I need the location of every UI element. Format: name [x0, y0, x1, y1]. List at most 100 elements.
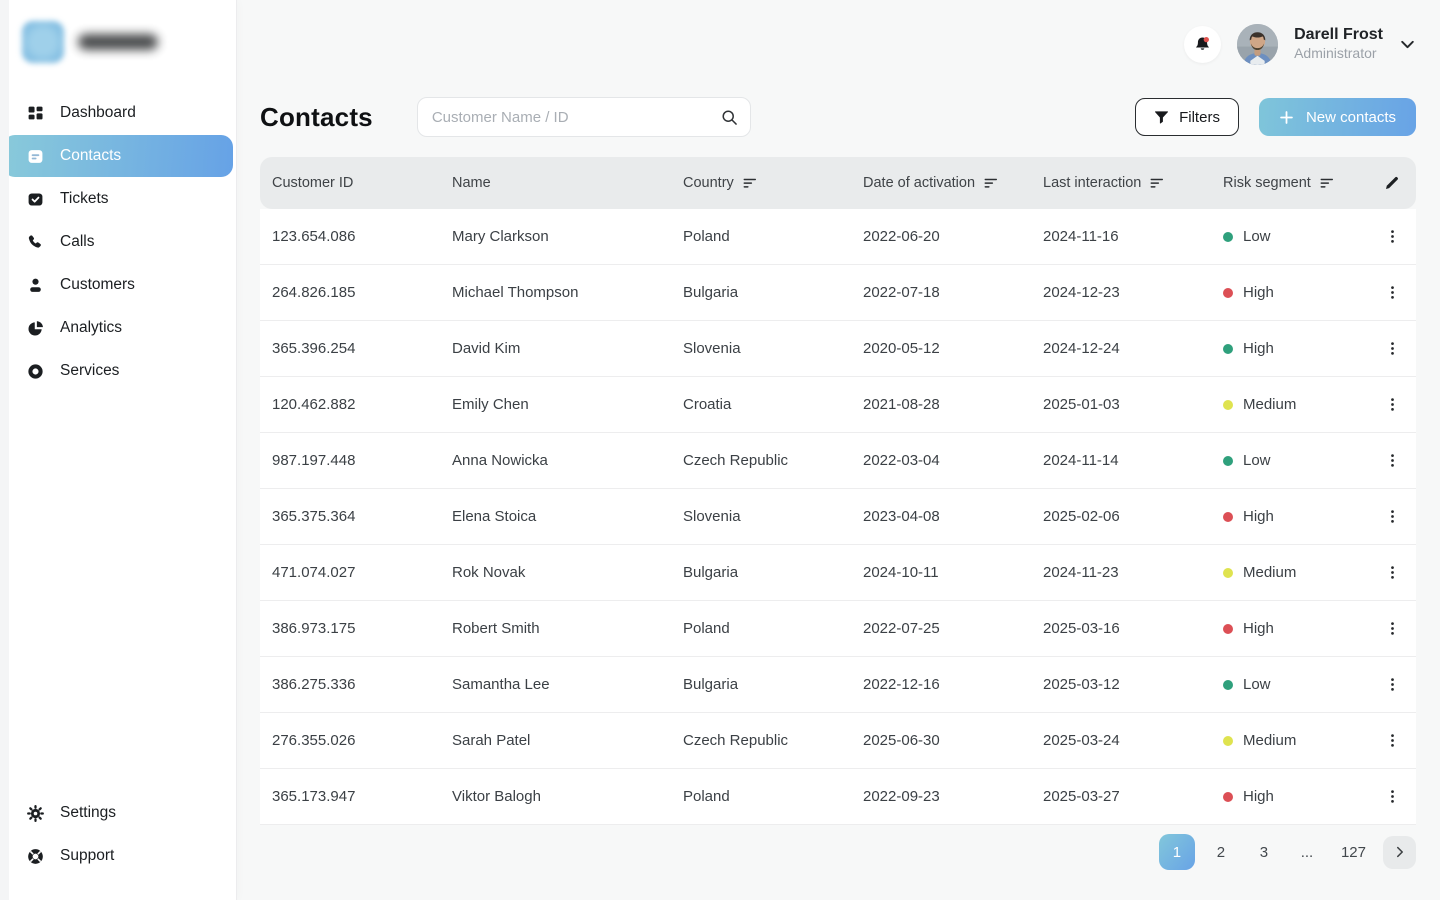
- sidebar-item-label: Analytics: [60, 319, 122, 337]
- table-row[interactable]: 276.355.026 Sarah Patel Czech Republic 2…: [260, 713, 1416, 769]
- app-logo-icon: [22, 21, 64, 63]
- risk-dot: [1223, 736, 1233, 746]
- risk-dot: [1223, 288, 1233, 298]
- row-menu-button[interactable]: [1378, 503, 1406, 531]
- row-menu-button[interactable]: [1378, 391, 1406, 419]
- sidebar-item[interactable]: Calls: [3, 221, 233, 263]
- column-header-label: Risk segment: [1223, 175, 1311, 191]
- sidebar-item-label: Dashboard: [60, 104, 136, 122]
- row-menu-button[interactable]: [1378, 279, 1406, 307]
- table-row[interactable]: 365.173.947 Viktor Balogh Poland 2022-09…: [260, 769, 1416, 825]
- table-row[interactable]: 471.074.027 Rok Novak Bulgaria 2024-10-1…: [260, 545, 1416, 601]
- page-button[interactable]: 3: [1247, 834, 1281, 870]
- risk-label: Medium: [1243, 564, 1296, 581]
- sidebar-item[interactable]: Services: [3, 350, 233, 392]
- page-button[interactable]: ...: [1290, 834, 1324, 870]
- cell-country: Czech Republic: [671, 732, 851, 749]
- sidebar-nav: Dashboard Contacts Tickets Calls Custome…: [0, 92, 236, 393]
- sort-icon[interactable]: [1150, 176, 1164, 190]
- page-button[interactable]: 127: [1333, 834, 1374, 870]
- table-row[interactable]: 123.654.086 Mary Clarkson Poland 2022-06…: [260, 209, 1416, 265]
- lifebuoy-icon: [27, 848, 44, 865]
- notification-badge: [1204, 36, 1209, 41]
- next-page-button[interactable]: [1383, 836, 1416, 869]
- table-row[interactable]: 120.462.882 Emily Chen Croatia 2021-08-2…: [260, 377, 1416, 433]
- risk-dot: [1223, 456, 1233, 466]
- page-button-label: 3: [1260, 844, 1268, 861]
- cell-last-interaction: 2024-12-24: [1031, 340, 1211, 357]
- row-menu-button[interactable]: [1378, 615, 1406, 643]
- sidebar-item[interactable]: Analytics: [3, 307, 233, 349]
- column-header[interactable]: Country: [671, 175, 851, 191]
- table-row[interactable]: 386.275.336 Samantha Lee Bulgaria 2022-1…: [260, 657, 1416, 713]
- page-button[interactable]: 2: [1204, 834, 1238, 870]
- cell-name: Mary Clarkson: [440, 228, 671, 245]
- row-menu-button[interactable]: [1378, 559, 1406, 587]
- table-row[interactable]: 365.375.364 Elena Stoica Slovenia 2023-0…: [260, 489, 1416, 545]
- cell-name: Robert Smith: [440, 620, 671, 637]
- cell-country: Bulgaria: [671, 564, 851, 581]
- cell-activation-date: 2022-03-04: [851, 452, 1031, 469]
- table-row[interactable]: 365.396.254 David Kim Slovenia 2020-05-1…: [260, 321, 1416, 377]
- risk-label: High: [1243, 620, 1274, 637]
- row-menu-button[interactable]: [1378, 335, 1406, 363]
- new-contacts-button-label: New contacts: [1306, 109, 1396, 126]
- cell-activation-date: 2020-05-12: [851, 340, 1031, 357]
- column-header[interactable]: Customer ID: [260, 175, 440, 191]
- funnel-icon: [1154, 110, 1169, 125]
- page-button[interactable]: 1: [1159, 834, 1195, 870]
- notifications-button[interactable]: [1184, 26, 1221, 63]
- row-menu-button[interactable]: [1378, 671, 1406, 699]
- sidebar-item[interactable]: Customers: [3, 264, 233, 306]
- risk-label: Low: [1243, 676, 1271, 693]
- sort-icon[interactable]: [743, 176, 757, 190]
- new-contacts-button[interactable]: New contacts: [1259, 98, 1416, 136]
- cell-customer-id: 386.973.175: [260, 620, 440, 637]
- kebab-icon: [1385, 285, 1400, 300]
- risk-label: Medium: [1243, 732, 1296, 749]
- row-menu-button[interactable]: [1378, 223, 1406, 251]
- gear-icon: [27, 805, 44, 822]
- page-header: Contacts Filters New contacts: [260, 96, 1416, 138]
- cell-country: Bulgaria: [671, 284, 851, 301]
- filters-button[interactable]: Filters: [1135, 98, 1239, 136]
- risk-dot: [1223, 512, 1233, 522]
- search-icon[interactable]: [721, 109, 738, 126]
- cell-risk-segment: Low: [1211, 676, 1368, 693]
- sidebar-item[interactable]: Contacts: [3, 135, 233, 177]
- sidebar-item[interactable]: Dashboard: [3, 92, 233, 134]
- cell-last-interaction: 2024-11-23: [1031, 564, 1211, 581]
- cell-activation-date: 2022-06-20: [851, 228, 1031, 245]
- risk-dot: [1223, 232, 1233, 242]
- column-header[interactable]: Name: [440, 175, 671, 191]
- risk-label: Low: [1243, 228, 1271, 245]
- row-menu-button[interactable]: [1378, 783, 1406, 811]
- cell-country: Slovenia: [671, 340, 851, 357]
- sidebar-item[interactable]: Tickets: [3, 178, 233, 220]
- person-icon: [27, 277, 44, 294]
- bell-icon: [1194, 36, 1211, 53]
- table-row[interactable]: 264.826.185 Michael Thompson Bulgaria 20…: [260, 265, 1416, 321]
- column-header[interactable]: Risk segment: [1211, 175, 1368, 191]
- table-row[interactable]: 987.197.448 Anna Nowicka Czech Republic …: [260, 433, 1416, 489]
- sort-icon[interactable]: [1320, 176, 1334, 190]
- cell-last-interaction: 2024-11-14: [1031, 452, 1211, 469]
- sidebar-item-label: Contacts: [60, 147, 121, 165]
- table-row[interactable]: 386.973.175 Robert Smith Poland 2022-07-…: [260, 601, 1416, 657]
- search-input[interactable]: [432, 109, 721, 126]
- column-header-label: Customer ID: [272, 175, 353, 191]
- user-menu-toggle[interactable]: [1399, 36, 1416, 53]
- row-menu-button[interactable]: [1378, 447, 1406, 475]
- sidebar-item[interactable]: Support: [3, 835, 233, 877]
- chevron-right-icon: [1393, 845, 1407, 859]
- column-header[interactable]: Last interaction: [1031, 175, 1211, 191]
- kebab-icon: [1385, 621, 1400, 636]
- sidebar-item[interactable]: Settings: [3, 792, 233, 834]
- edit-columns-button[interactable]: [1368, 175, 1416, 191]
- page-button-label: ...: [1301, 844, 1314, 861]
- column-header[interactable]: Date of activation: [851, 175, 1031, 191]
- cell-customer-id: 365.375.364: [260, 508, 440, 525]
- row-menu-button[interactable]: [1378, 727, 1406, 755]
- user-avatar[interactable]: [1237, 24, 1278, 65]
- sort-icon[interactable]: [984, 176, 998, 190]
